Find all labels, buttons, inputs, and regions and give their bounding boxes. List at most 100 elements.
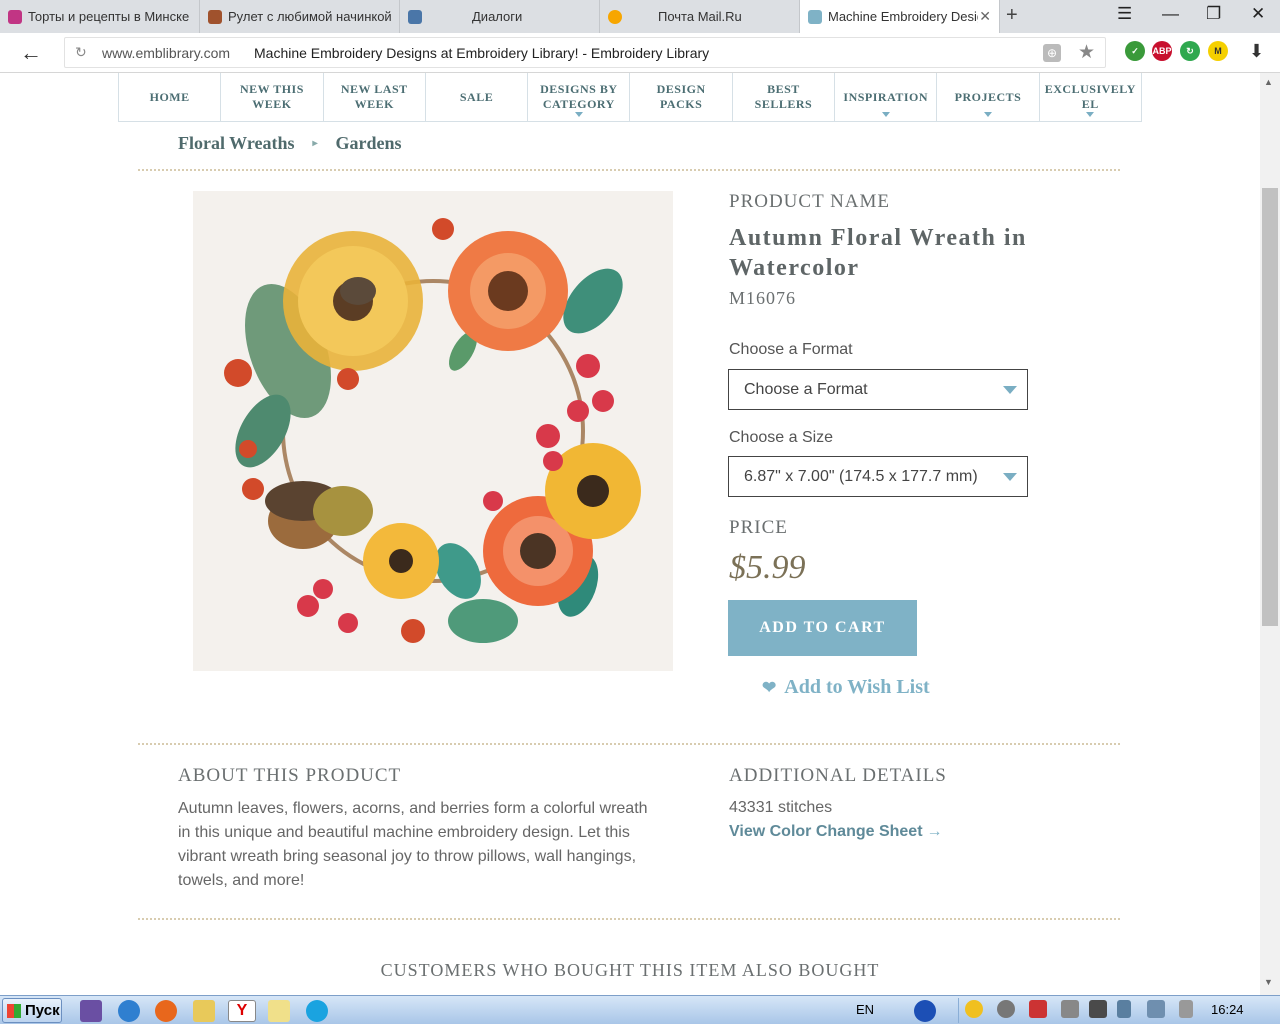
size-select[interactable]: 6.87" x 7.00" (174.5 x 177.7 mm)	[728, 456, 1028, 497]
product-sku: M16076	[729, 288, 797, 308]
url-page-title: Machine Embroidery Designs at Embroidery…	[254, 45, 710, 61]
nav-sale[interactable]: SALE	[426, 73, 529, 121]
vk-dialogs-icon	[408, 9, 422, 24]
scroll-up-icon[interactable]: ▲	[1264, 77, 1273, 87]
restore-icon[interactable]: ❐	[1206, 4, 1221, 24]
nav-label: PROJECTS	[954, 89, 1022, 104]
nav-home[interactable]: HOME	[119, 73, 222, 121]
network-icon[interactable]	[1147, 1000, 1165, 1018]
adblock-plus-icon[interactable]: ABP	[1152, 41, 1172, 61]
nav-new-last-week[interactable]: NEW LAST WEEK	[324, 73, 426, 121]
site-info-icon[interactable]: ⊕	[1043, 44, 1061, 62]
nav-designs-by-category[interactable]: DESIGNS BY CATEGORY	[528, 73, 631, 121]
emblibrary-icon	[808, 9, 822, 24]
download-icon[interactable]: ⬇	[1249, 41, 1264, 62]
color-change-sheet-link[interactable]: View Color Change Sheet →	[729, 823, 943, 841]
menu-icon[interactable]: ☰	[1117, 4, 1132, 24]
minimize-icon[interactable]: —	[1162, 4, 1179, 24]
breadcrumb: Floral Wreaths ▸ Gardens	[178, 133, 402, 154]
divider	[138, 743, 1120, 745]
green-extension-icon[interactable]: ↻	[1180, 41, 1200, 61]
recipe-site-icon	[208, 9, 222, 24]
system-clock: 16:24	[1211, 1002, 1244, 1017]
close-window-icon[interactable]: ✕	[1251, 4, 1265, 24]
back-arrow-icon[interactable]: ←	[20, 40, 42, 66]
browser-tab-active[interactable]: Machine Embroidery Designs at Embroidery…	[800, 0, 1000, 33]
scrollbar-thumb[interactable]	[1262, 188, 1278, 626]
format-label: Choose a Format	[729, 341, 853, 358]
disk-icon[interactable]	[997, 1000, 1015, 1018]
help-icon[interactable]	[914, 1000, 936, 1022]
color-change-sheet-label: View Color Change Sheet	[729, 823, 923, 840]
language-indicator[interactable]: EN	[856, 1002, 874, 1017]
browser-tab-1[interactable]: Торты и рецепты в Минске	[0, 0, 200, 33]
tab-label: Почта Mail.Ru	[658, 9, 742, 24]
arrow-right-icon: →	[926, 823, 943, 840]
internet-explorer-icon[interactable]	[118, 1000, 140, 1022]
format-select[interactable]: Choose a Format	[728, 369, 1028, 410]
new-tab-button[interactable]: +	[1006, 4, 1018, 27]
tab-label: Рулет с любимой начинкой	[228, 9, 392, 24]
wreath-illustration	[224, 218, 641, 643]
browser-tab-4[interactable]: Почта Mail.Ru	[600, 0, 800, 33]
nav-label: BEST SELLERS	[754, 82, 813, 111]
nav-new-this-week[interactable]: NEW THIS WEEK	[221, 73, 324, 121]
url-field[interactable]: ↻ www.emblibrary.com Machine Embroidery …	[64, 37, 1106, 68]
wish-list-label: Add to Wish List	[784, 676, 930, 698]
chevron-down-icon	[1003, 386, 1017, 394]
reload-icon[interactable]: ↻	[75, 44, 87, 61]
scroll-down-icon[interactable]: ▼	[1264, 977, 1273, 987]
nav-best-sellers[interactable]: BEST SELLERS	[733, 73, 836, 121]
close-tab-icon[interactable]: ✕	[979, 8, 991, 25]
caret-down-icon	[881, 112, 890, 117]
usb-icon[interactable]	[1117, 1000, 1131, 1018]
product-title: Autumn Floral Wreath in Watercolor	[729, 225, 1027, 281]
start-button[interactable]: Пуск	[2, 998, 62, 1023]
about-description: Autumn leaves, flowers, acorns, and berr…	[178, 800, 648, 889]
app-launcher-icon[interactable]	[80, 1000, 102, 1022]
nav-projects[interactable]: PROJECTS	[937, 73, 1040, 121]
skype-icon[interactable]	[306, 1000, 328, 1022]
address-bar: ← ↻ www.emblibrary.com Machine Embroider…	[0, 33, 1280, 73]
notes-icon[interactable]	[268, 1000, 290, 1022]
web-page: HOME NEW THIS WEEK NEW LAST WEEK SALE DE…	[0, 73, 1260, 995]
caret-down-icon	[984, 112, 993, 117]
taskbar: Пуск Y EN 16:24	[0, 995, 1280, 1024]
nav-label: DESIGNS BY CATEGORY	[540, 82, 618, 111]
nav-design-packs[interactable]: DESIGN PACKS	[630, 73, 733, 121]
windows-logo-icon	[7, 1003, 21, 1018]
nav-inspiration[interactable]: INSPIRATION	[835, 73, 938, 121]
nav-exclusively-el[interactable]: EXCLUSIVELY EL	[1040, 73, 1141, 121]
mail-extension-icon[interactable]: M	[1208, 41, 1228, 61]
tab-label: Торты и рецепты в Минске	[28, 9, 190, 24]
breadcrumb-gardens[interactable]: Gardens	[336, 133, 402, 154]
caret-down-icon	[574, 112, 583, 117]
breadcrumb-floral-wreaths[interactable]: Floral Wreaths	[178, 133, 295, 154]
details-heading: ADDITIONAL DETAILS	[729, 765, 947, 786]
browser-tab-3[interactable]: Диалоги	[400, 0, 600, 33]
add-to-wish-list-link[interactable]: ❤ Add to Wish List	[762, 676, 930, 699]
format-select-value: Choose a Format	[744, 380, 868, 398]
browser-tab-2[interactable]: Рулет с любимой начинкой	[200, 0, 400, 33]
device-icon[interactable]	[1061, 1000, 1079, 1018]
nav-label: NEW THIS WEEK	[239, 82, 304, 111]
about-heading: ABOUT THIS PRODUCT	[178, 765, 402, 786]
instagram-icon	[8, 9, 22, 24]
yandex-browser-icon[interactable]: Y	[228, 1000, 256, 1022]
shield-extension-icon[interactable]: ✓	[1125, 41, 1145, 61]
wifi-icon[interactable]	[1179, 1000, 1193, 1018]
folder-icon[interactable]	[193, 1000, 215, 1022]
clock-app-icon[interactable]	[965, 1000, 983, 1018]
security-icon[interactable]	[1029, 1000, 1047, 1018]
main-nav: HOME NEW THIS WEEK NEW LAST WEEK SALE DE…	[118, 73, 1142, 122]
product-image[interactable]	[193, 191, 673, 671]
nav-label: DESIGN PACKS	[656, 82, 706, 111]
volume-icon[interactable]	[1089, 1000, 1107, 1018]
firefox-icon[interactable]	[155, 1000, 177, 1022]
tab-strip: Торты и рецепты в Минске Рулет с любимой…	[0, 0, 1280, 33]
nav-label: INSPIRATION	[843, 89, 929, 104]
add-to-cart-button[interactable]: ADD TO CART	[728, 600, 917, 656]
bookmark-star-icon[interactable]: ★	[1078, 41, 1095, 64]
nav-label: SALE	[459, 89, 494, 104]
mailru-icon	[608, 9, 622, 24]
